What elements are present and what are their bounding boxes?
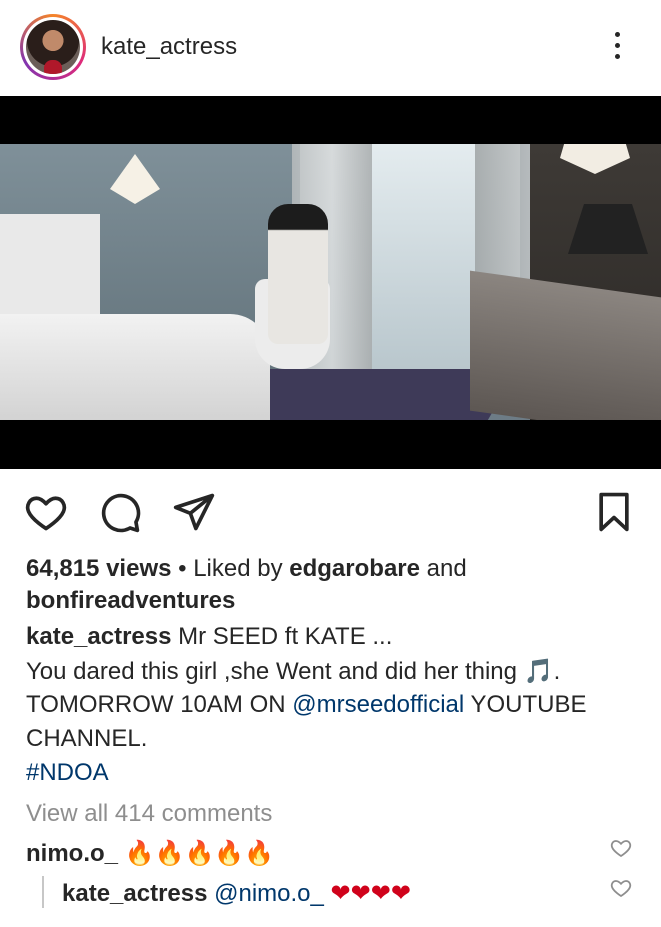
more-vertical-icon[interactable]: [605, 28, 629, 68]
video-scene-bed: [0, 314, 270, 420]
caption-text: Mr SEED ft KATE ...: [178, 623, 393, 650]
likes-line: 64,815 views • Liked by edgarobare and: [26, 552, 467, 586]
comment-like-heart-icon[interactable]: [609, 876, 633, 900]
video-scene-person: [268, 204, 328, 344]
dot-separator: •: [178, 555, 194, 582]
reply-row: kate_actress @nimo.o_ ❤❤❤❤: [62, 876, 411, 911]
caption-text: CHANNEL.: [26, 725, 148, 752]
reply-indent-bar: [42, 876, 44, 908]
comment-username[interactable]: nimo.o_: [26, 840, 118, 867]
send-icon[interactable]: [172, 490, 216, 534]
comment-like-heart-icon[interactable]: [609, 836, 633, 860]
caption-line: kate_actress Mr SEED ft KATE ...: [26, 620, 392, 654]
post-header: kate_actress: [0, 0, 661, 96]
liked-by-user[interactable]: bonfireadventures: [26, 584, 235, 618]
caption-line: TOMORROW 10AM ON @mrseedofficial YOUTUBE: [26, 688, 586, 722]
heart-icon[interactable]: [24, 490, 68, 534]
action-bar: [0, 480, 661, 544]
caption-mention[interactable]: @mrseedofficial: [292, 691, 464, 718]
comment-icon[interactable]: [98, 490, 142, 534]
caption-text: TOMORROW 10AM ON: [26, 691, 286, 718]
liked-by-user[interactable]: edgarobare: [289, 555, 420, 582]
reply-text: ❤❤❤❤: [330, 879, 411, 907]
video-frame: [0, 144, 661, 420]
comment-text: 🔥🔥🔥🔥🔥: [124, 839, 275, 867]
avatar-photo: [26, 20, 80, 74]
caption-text: YOUTUBE: [470, 691, 587, 718]
avatar-inner: [23, 17, 83, 77]
caption-line: You dared this girl ,she Went and did he…: [26, 654, 560, 689]
reply-username[interactable]: kate_actress: [62, 880, 207, 907]
comment-row: nimo.o_ 🔥🔥🔥🔥🔥: [26, 836, 274, 871]
video-player[interactable]: [0, 96, 661, 469]
video-scene-desk: [470, 270, 661, 420]
hashtag-link[interactable]: #NDOA: [26, 756, 109, 790]
view-all-comments-link[interactable]: View all 414 comments: [26, 797, 272, 831]
reply-mention[interactable]: @nimo.o_: [214, 880, 324, 907]
liked-by-prefix: Liked by: [193, 555, 283, 582]
caption-text: You dared this girl ,she Went and did he…: [26, 658, 517, 685]
music-note-emoji: 🎵: [523, 657, 554, 685]
views-count[interactable]: 64,815 views: [26, 555, 171, 582]
liked-by-and: and: [426, 555, 467, 582]
post-username[interactable]: kate_actress: [101, 33, 237, 61]
avatar[interactable]: [20, 14, 86, 80]
caption-username[interactable]: kate_actress: [26, 623, 171, 650]
caption-text: .: [553, 658, 561, 685]
video-scene-headboard: [0, 214, 100, 324]
bookmark-icon[interactable]: [592, 490, 636, 534]
